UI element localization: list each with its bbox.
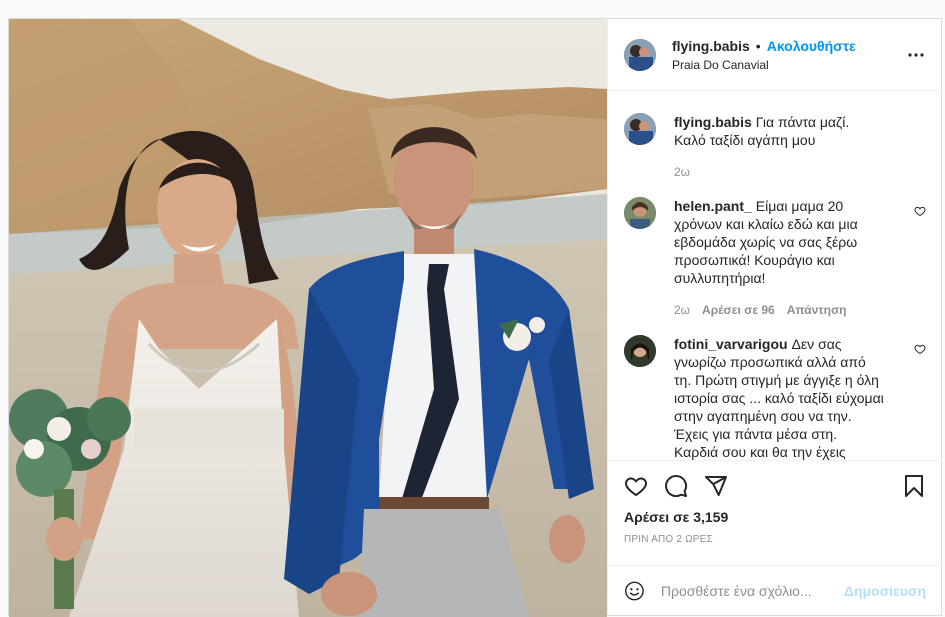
comment-username[interactable]: helen.pant_	[674, 198, 752, 214]
post-actions: Αρέσει σε 3,159 ΠΡΙΝ ΑΠΟ 2 ΩΡΕΣ	[608, 460, 942, 565]
avatar[interactable]	[624, 113, 656, 145]
avatar-image	[624, 38, 656, 71]
header-text: flying.babis • Ακολουθήστε Praia Do Cana…	[672, 38, 856, 72]
instagram-post: flying.babis • Ακολουθήστε Praia Do Cana…	[8, 18, 942, 617]
comment-body: helen.pant_ Είμαι μαμα 20 χρόνων και κλαί…	[674, 197, 884, 319]
follow-button[interactable]: Ακολουθήστε	[767, 38, 856, 54]
post-comment-button[interactable]: Δημοσίευση	[844, 583, 926, 599]
avatar-image	[624, 197, 656, 229]
emoji-icon[interactable]	[624, 578, 645, 604]
avatar-image	[624, 113, 656, 145]
location-link[interactable]: Praia Do Canavial	[672, 58, 856, 72]
header-line: flying.babis • Ακολουθήστε	[672, 38, 856, 54]
comment-body: fotini_varvarigou Δεν σας γνωρίζω προσωπι…	[674, 335, 884, 460]
reply-button[interactable]: Απάντηση	[787, 301, 847, 319]
add-comment-bar: Δημοσίευση	[608, 565, 942, 615]
bookmark-icon[interactable]	[902, 474, 926, 498]
action-icons-row	[624, 471, 926, 501]
comments-list[interactable]: flying.babis Για πάντα μαζί. Καλό ταξίδι …	[608, 91, 942, 460]
like-comment-icon[interactable]	[914, 343, 926, 355]
post-photo[interactable]	[9, 19, 607, 617]
wedding-photo-illustration	[9, 19, 607, 617]
more-options-button[interactable]	[906, 45, 926, 65]
caption: flying.babis Για πάντα μαζί. Καλό ταξίδι …	[624, 113, 926, 181]
caption-meta: 2ω	[674, 163, 884, 181]
share-icon[interactable]	[704, 474, 728, 498]
like-comment-icon[interactable]	[914, 205, 926, 217]
caption-time[interactable]: 2ω	[674, 163, 690, 181]
likes-count[interactable]: Αρέσει σε 3,159	[624, 509, 926, 525]
heart-icon[interactable]	[624, 474, 648, 498]
caption-username[interactable]: flying.babis	[674, 114, 752, 130]
comment-input[interactable]	[658, 581, 844, 600]
avatar[interactable]	[624, 335, 656, 367]
avatar-image	[624, 335, 656, 367]
post-time[interactable]: ΠΡΙΝ ΑΠΟ 2 ΩΡΕΣ	[624, 534, 926, 545]
separator-dot: •	[755, 37, 761, 54]
more-horizontal-icon	[908, 53, 924, 57]
comment-item: helen.pant_ Είμαι μαμα 20 χρόνων και κλαί…	[624, 197, 926, 319]
comment-likes-button[interactable]: Αρέσει σε 96	[702, 301, 775, 319]
comment-icon[interactable]	[664, 474, 688, 498]
comment-item: fotini_varvarigou Δεν σας γνωρίζω προσωπι…	[624, 335, 926, 460]
avatar[interactable]	[624, 38, 656, 71]
caption-body: flying.babis Για πάντα μαζί. Καλό ταξίδι …	[674, 113, 884, 181]
post-header: flying.babis • Ακολουθήστε Praia Do Cana…	[608, 19, 942, 91]
comment-username[interactable]: fotini_varvarigou	[674, 336, 788, 352]
post-side-panel: flying.babis • Ακολουθήστε Praia Do Cana…	[607, 19, 942, 615]
comment-meta: 2ω Αρέσει σε 96 Απάντηση	[674, 301, 884, 319]
avatar[interactable]	[624, 197, 656, 229]
comment-text: Δεν σας γνωρίζω προσωπικά αλλά από τη. Π…	[674, 336, 884, 460]
username-link[interactable]: flying.babis	[672, 38, 750, 54]
comment-time[interactable]: 2ω	[674, 301, 690, 319]
